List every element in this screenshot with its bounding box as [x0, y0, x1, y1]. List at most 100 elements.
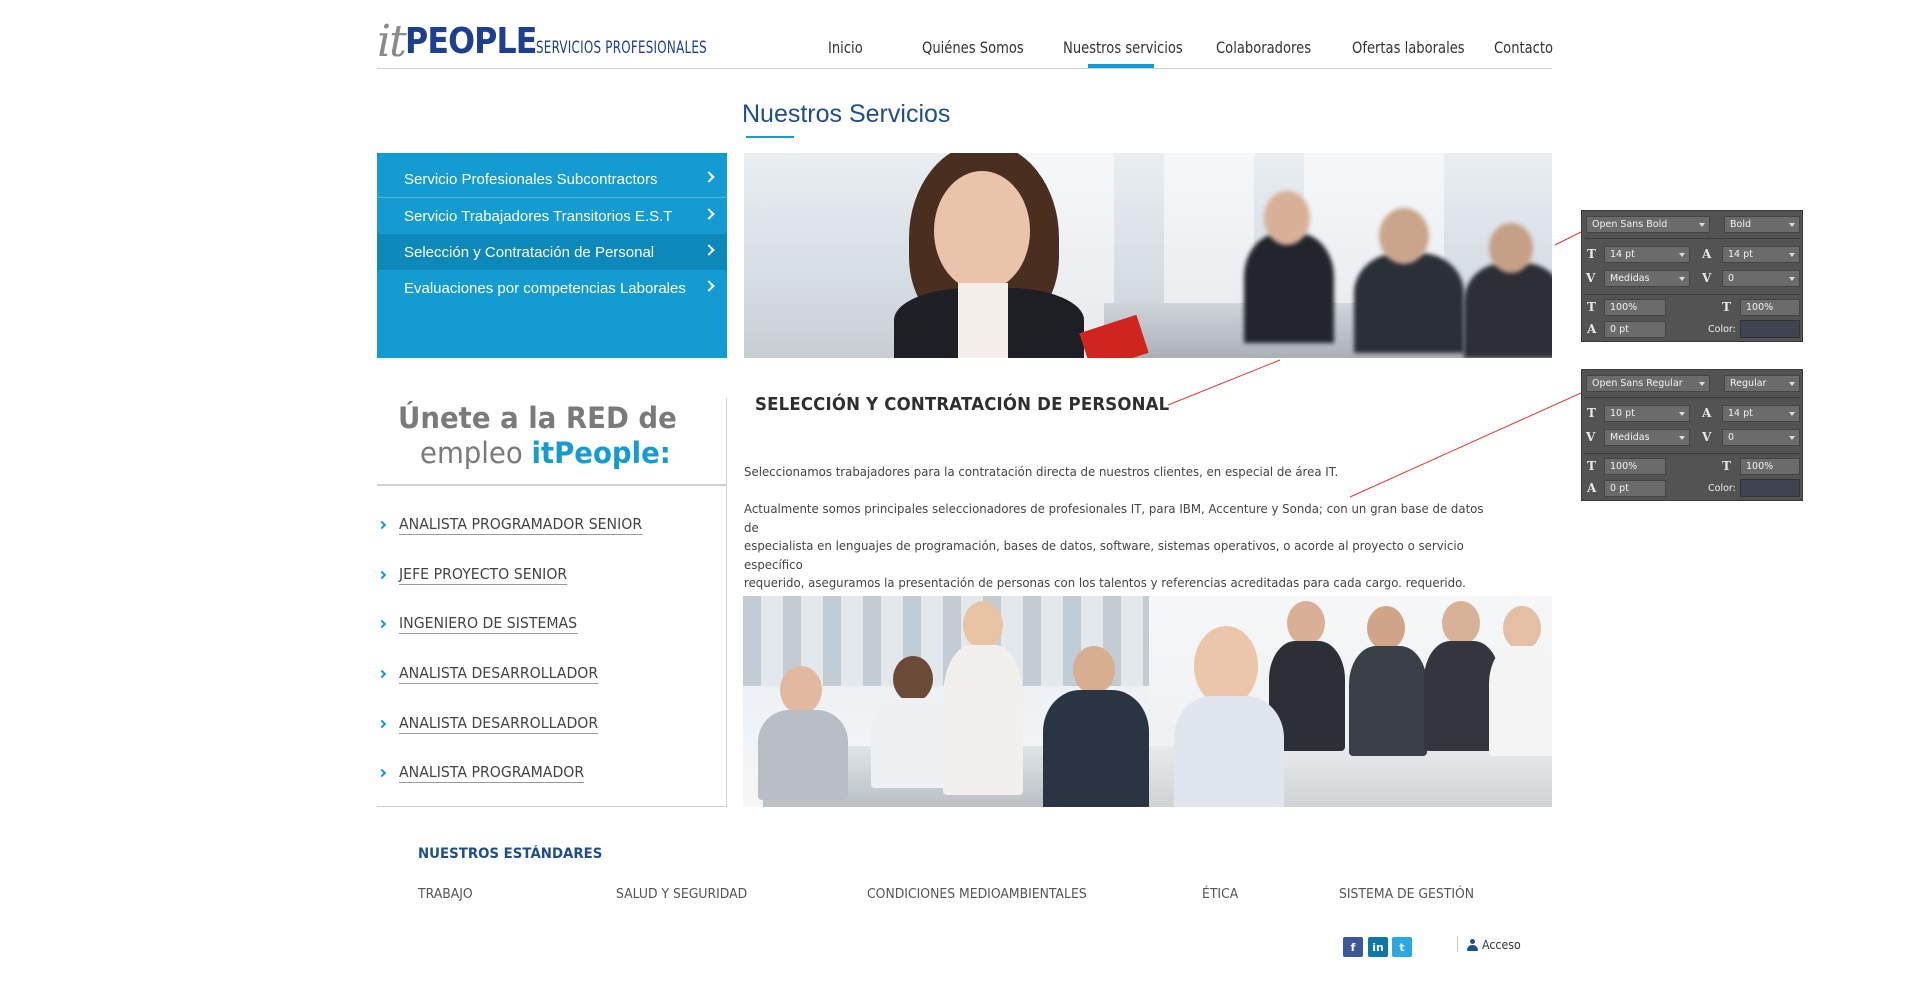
main-nav: Inicio Quiénes Somos Nuestros servicios … [0, 38, 1920, 58]
job-label: ANALISTA PROGRAMADOR [399, 763, 585, 783]
chevron-right-icon [377, 669, 387, 679]
nav-contacto[interactable]: Contacto [1494, 38, 1553, 57]
sidebar-item-seleccion[interactable]: Selección y Contratación de Personal [377, 234, 727, 270]
chevron-right-icon [377, 520, 387, 530]
job-link[interactable]: ANALISTA DESARROLLADOR [377, 712, 727, 736]
color-label: Color: [1708, 324, 1736, 335]
color-swatch[interactable] [1740, 479, 1800, 497]
photo-face [1194, 626, 1258, 706]
photo-body [1489, 646, 1552, 756]
standard-condiciones-medioambientales[interactable]: CONDICIONES MEDIOAMBIENTALES [867, 886, 1087, 902]
photo-body [943, 645, 1023, 795]
nav-colaboradores[interactable]: Colaboradores [1216, 38, 1311, 57]
sidebar-item-transitorios[interactable]: Servicio Trabajadores Transitorios E.S.T [377, 198, 727, 234]
join-prefix: empleo [420, 436, 532, 470]
hero-photo [744, 153, 1552, 358]
job-label: JEFE PROYECTO SENIOR [399, 565, 568, 585]
access-label: Acceso [1482, 938, 1521, 952]
nav-ofertas-laborales[interactable]: Ofertas laborales [1352, 38, 1465, 57]
standards-title: NUESTROS ESTÁNDARES [418, 846, 603, 862]
photo-face [1442, 601, 1480, 645]
job-link[interactable]: ANALISTA PROGRAMADOR [377, 761, 727, 785]
join-subheading: empleo itPeople: [420, 436, 671, 470]
section-heading: SELECCIÓN Y CONTRATACIÓN DE PERSONAL [755, 394, 1170, 415]
vertical-scale-icon: T [1587, 459, 1596, 473]
chevron-right-icon [377, 619, 387, 629]
photo-face [963, 601, 1003, 649]
standard-trabajo[interactable]: TRABAJO [418, 886, 473, 902]
vertical-scale-icon: T [1587, 300, 1596, 314]
body-paragraph: Actualmente somos principales selecciona… [744, 500, 1496, 593]
photo-face [1379, 208, 1429, 264]
photo-face [1264, 191, 1310, 245]
leader-line-heading [1167, 359, 1281, 406]
join-box-border [726, 398, 727, 806]
photo-person [1354, 253, 1464, 353]
body-line: especialista en lenguajes de programació… [744, 538, 1464, 572]
twitter-icon[interactable]: t [1392, 937, 1412, 957]
linkedin-icon[interactable]: in [1368, 937, 1388, 957]
standard-salud-seguridad[interactable]: SALUD Y SEGURIDAD [616, 886, 747, 902]
color-label: Color: [1708, 483, 1736, 494]
font-size-field[interactable]: 10 pt [1604, 405, 1690, 422]
character-panel-regular: Open Sans Regular Regular T 10 pt A 14 p… [1581, 369, 1803, 501]
font-style-select[interactable]: Regular [1724, 375, 1800, 392]
font-family-select[interactable]: Open Sans Bold [1586, 216, 1710, 233]
nav-inicio[interactable]: Inicio [828, 38, 863, 57]
chevron-right-icon [703, 280, 715, 292]
photo-body [758, 710, 848, 800]
job-link[interactable]: INGENIERO DE SISTEMAS [377, 612, 727, 636]
kerning-icon: V [1586, 430, 1596, 444]
chevron-right-icon [377, 719, 387, 729]
kerning-field[interactable]: Medidas [1604, 270, 1690, 287]
photo-face [1489, 223, 1533, 273]
panel-divider [1584, 453, 1800, 454]
photo-body [1043, 690, 1149, 807]
join-brand: itPeople: [531, 436, 671, 470]
font-size-icon: T [1587, 406, 1596, 420]
horizontal-scale-field[interactable]: 100% [1740, 299, 1800, 316]
photo-face [1503, 606, 1541, 650]
photo-person [1464, 263, 1552, 358]
nav-quienes-somos[interactable]: Quiénes Somos [922, 38, 1024, 57]
nav-nuestros-servicios[interactable]: Nuestros servicios [1063, 38, 1183, 57]
tracking-field[interactable]: 0 [1722, 270, 1800, 287]
access-link[interactable]: Acceso [1467, 938, 1524, 952]
tracking-icon: V [1702, 430, 1712, 444]
page-title: Nuestros Servicios [742, 100, 951, 128]
baseline-shift-field[interactable]: 0 pt [1604, 480, 1666, 497]
job-link[interactable]: JEFE PROYECTO SENIOR [377, 563, 727, 587]
vertical-scale-field[interactable]: 100% [1604, 299, 1666, 316]
job-link[interactable]: ANALISTA PROGRAMADOR SENIOR [377, 513, 727, 537]
tracking-icon: V [1702, 271, 1712, 285]
font-family-select[interactable]: Open Sans Regular [1586, 375, 1710, 392]
standard-etica[interactable]: ÉTICA [1202, 886, 1238, 902]
leading-field[interactable]: 14 pt [1722, 405, 1800, 422]
horizontal-scale-field[interactable]: 100% [1740, 458, 1800, 475]
font-style-select[interactable]: Bold [1724, 216, 1800, 233]
vertical-scale-field[interactable]: 100% [1604, 458, 1666, 475]
footer-divider [1457, 936, 1458, 952]
standard-sistema-gestion[interactable]: SISTEMA DE GESTIÓN [1339, 886, 1474, 902]
kerning-field[interactable]: Medidas [1604, 429, 1690, 446]
photo-face [1367, 606, 1405, 650]
join-heading: Únete a la RED de [398, 401, 677, 435]
font-size-field[interactable]: 14 pt [1604, 246, 1690, 263]
chevron-right-icon [377, 570, 387, 580]
job-label: ANALISTA PROGRAMADOR SENIOR [399, 515, 643, 535]
panel-divider [1584, 397, 1800, 398]
job-link[interactable]: ANALISTA DESARROLLADOR [377, 662, 727, 686]
leading-field[interactable]: 14 pt [1722, 246, 1800, 263]
sidebar-item-evaluaciones[interactable]: Evaluaciones por competencias Laborales [377, 270, 727, 306]
leader-line-heading [1554, 231, 1582, 246]
baseline-shift-field[interactable]: 0 pt [1604, 321, 1666, 338]
tracking-field[interactable]: 0 [1722, 429, 1800, 446]
facebook-icon[interactable]: f [1343, 937, 1363, 957]
leading-icon: A [1702, 247, 1712, 261]
color-swatch[interactable] [1740, 320, 1800, 338]
chevron-right-icon [377, 768, 387, 778]
sidebar-item-subcontractors[interactable]: Servicio Profesionales Subcontractors [377, 161, 727, 197]
kerning-icon: V [1586, 271, 1596, 285]
user-icon [1467, 939, 1478, 951]
baseline-shift-icon: A [1587, 481, 1597, 495]
